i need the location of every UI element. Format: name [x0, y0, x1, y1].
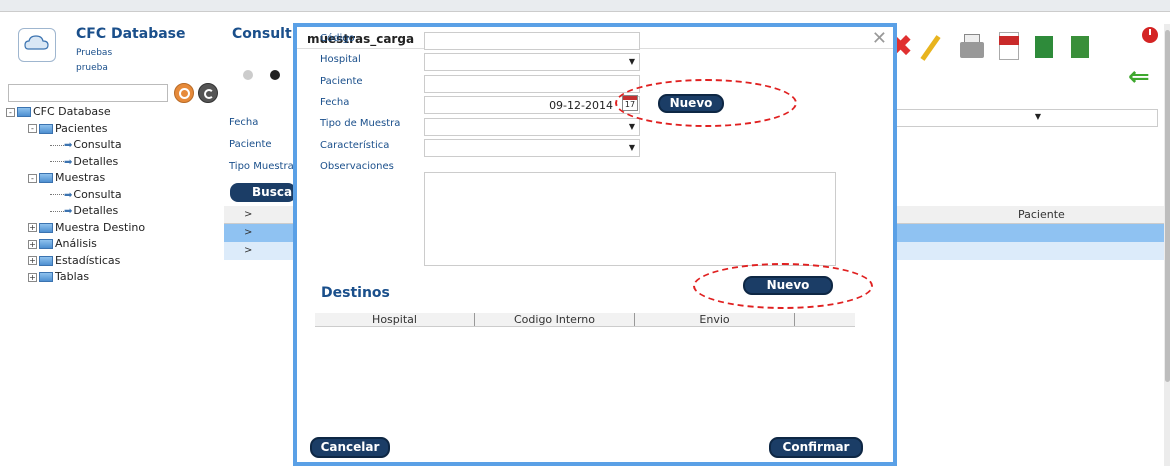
- label-codigo: Código: [320, 33, 355, 44]
- codigo-input[interactable]: [424, 32, 640, 50]
- tree-item-muestras-detalles[interactable]: ➡Detalles: [6, 203, 226, 220]
- cancel-button[interactable]: Cancelar: [310, 437, 390, 458]
- app-logo: [18, 28, 56, 62]
- destinos-section-title: Destinos: [321, 285, 390, 301]
- folder-icon: [17, 107, 31, 117]
- tipo-muestra-select[interactable]: [424, 118, 640, 136]
- sidebar-search-input[interactable]: [8, 84, 168, 102]
- tree-item-muestra-destino[interactable]: + Muestra Destino: [6, 220, 226, 237]
- pdf-export-icon[interactable]: [996, 32, 1022, 62]
- collapse-icon[interactable]: -: [6, 107, 15, 117]
- edit-icon[interactable]: [920, 32, 950, 62]
- tree-item-muestras-consulta[interactable]: ➡Consulta: [6, 187, 226, 204]
- nuevo-destino-button[interactable]: Nuevo: [743, 276, 833, 295]
- column-header-envio[interactable]: Envio: [635, 313, 795, 326]
- arrow-right-icon: ➡: [64, 140, 73, 151]
- user-name: prueba: [76, 63, 108, 73]
- arrow-right-icon: ➡: [64, 189, 73, 201]
- folder-icon: [39, 239, 53, 249]
- label-hospital: Hospital: [320, 54, 361, 65]
- close-icon[interactable]: ✕: [872, 28, 887, 49]
- label-observaciones: Observaciones: [320, 161, 394, 172]
- expand-icon[interactable]: +: [28, 223, 37, 232]
- browser-toolbar: [0, 0, 1170, 12]
- filter-label-tipo-muestra: Tipo Muestra: [229, 161, 294, 172]
- search-button[interactable]: Buscar: [230, 183, 298, 202]
- collapse-icon[interactable]: -: [28, 124, 37, 133]
- power-icon[interactable]: [1142, 27, 1158, 43]
- radio-option-selected[interactable]: [270, 70, 280, 80]
- filter-label-fecha: Fecha: [229, 117, 259, 128]
- back-arrow-icon[interactable]: ⇐: [1128, 62, 1154, 92]
- calendar-icon[interactable]: 17: [622, 95, 638, 111]
- app-title: CFC Database: [76, 26, 186, 42]
- arrow-right-icon: ➡: [64, 206, 73, 217]
- tree-item-cfc-database[interactable]: - CFC Database: [6, 104, 226, 121]
- expand-icon[interactable]: +: [28, 256, 37, 265]
- muestras-carga-dialog: muestras_carga ✕ Código Hospital Pacient…: [293, 23, 897, 466]
- arrow-right-icon: ➡: [64, 156, 73, 168]
- navigation-tree: - CFC Database - Pacientes ➡Consulta ➡Deta…: [6, 104, 226, 286]
- xls-export-icon[interactable]: [1032, 32, 1058, 62]
- fecha-input[interactable]: 09-12-2014: [424, 96, 640, 114]
- folder-icon: [39, 123, 53, 134]
- filter-select[interactable]: [896, 109, 1158, 127]
- folder-icon: [39, 173, 53, 183]
- folder-icon: [39, 272, 53, 282]
- search-icon[interactable]: [174, 83, 194, 103]
- caracteristica-select[interactable]: [424, 139, 640, 157]
- tree-item-pacientes[interactable]: - Pacientes: [6, 121, 226, 138]
- expand-icon[interactable]: +: [28, 272, 37, 282]
- confirm-button[interactable]: Confirmar: [769, 437, 863, 458]
- nuevo-paciente-button[interactable]: Nuevo: [658, 94, 724, 113]
- filter-label-paciente: Paciente: [229, 139, 272, 150]
- column-header-hospital[interactable]: Hospital: [315, 313, 475, 326]
- destinos-table-header: Hospital Codigo Interno Envio: [315, 313, 855, 327]
- label-caracteristica: Característica: [320, 140, 390, 151]
- folder-icon: [39, 255, 53, 266]
- tree-item-pacientes-detalles[interactable]: ➡Detalles: [6, 154, 226, 171]
- paciente-input[interactable]: [424, 75, 640, 93]
- scrollbar-thumb[interactable]: [1165, 30, 1170, 382]
- folder-icon: [39, 222, 53, 233]
- label-fecha: Fecha: [320, 97, 350, 108]
- hospital-select[interactable]: [424, 53, 640, 71]
- label-paciente: Paciente: [320, 76, 363, 87]
- tree-item-analisis[interactable]: + Análisis: [6, 236, 226, 253]
- tree-item-pacientes-consulta[interactable]: ➡Consulta: [6, 137, 226, 154]
- radio-option[interactable]: [243, 70, 253, 80]
- csv-export-icon[interactable]: [1068, 32, 1094, 62]
- page-title: Consult: [232, 26, 292, 42]
- tree-item-muestras[interactable]: - Muestras: [6, 170, 226, 187]
- refresh-icon[interactable]: [198, 83, 218, 103]
- column-header-codigo-interno[interactable]: Codigo Interno: [475, 313, 635, 326]
- observaciones-textarea[interactable]: [424, 172, 836, 266]
- expand-icon[interactable]: +: [28, 239, 37, 249]
- label-tipo-muestra: Tipo de Muestra: [320, 118, 401, 129]
- user-info: Pruebas: [76, 48, 113, 58]
- tree-item-estadisticas[interactable]: + Estadísticas: [6, 253, 226, 270]
- tree-item-tablas[interactable]: + Tablas: [6, 269, 226, 286]
- column-header-paciente[interactable]: Paciente: [1018, 206, 1065, 224]
- collapse-icon[interactable]: -: [28, 173, 37, 183]
- print-icon[interactable]: [958, 32, 984, 62]
